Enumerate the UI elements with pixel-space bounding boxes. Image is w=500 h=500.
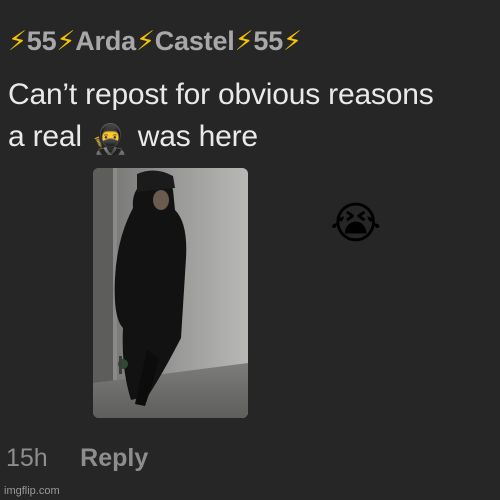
lightning-icon: ⚡: [283, 26, 302, 56]
lightning-icon: ⚡: [8, 26, 27, 56]
comment-footer: 15h Reply: [6, 444, 148, 473]
lightning-icon: ⚡: [135, 26, 155, 56]
comment-line-1: Can’t repost for obvious reasons: [8, 78, 434, 111]
comment-screenshot: ⚡55⚡Arda⚡Castel⚡55⚡ Can’t repost for obv…: [0, 0, 500, 500]
lightning-icon: ⚡: [234, 26, 254, 56]
reply-button[interactable]: Reply: [80, 444, 148, 472]
comment-text: Can’t repost for obvious reasons a real 🥷…: [8, 74, 434, 161]
crying-face-emoji: 😭: [330, 199, 382, 248]
ninja-emoji: 🥷: [91, 124, 128, 156]
comment-timestamp: 15h: [6, 444, 48, 472]
comment-line-2-start: a real: [8, 120, 82, 153]
lightning-icon: ⚡: [56, 26, 76, 56]
comment-line-2: a real 🥷 was here: [8, 116, 434, 161]
watermark: imgflip.com: [4, 485, 60, 497]
attached-image[interactable]: [93, 168, 248, 418]
comment-line-2-end: was here: [137, 120, 258, 153]
comment-username[interactable]: ⚡55⚡Arda⚡Castel⚡55⚡: [8, 26, 302, 57]
hooded-figure-photo: [93, 168, 248, 418]
